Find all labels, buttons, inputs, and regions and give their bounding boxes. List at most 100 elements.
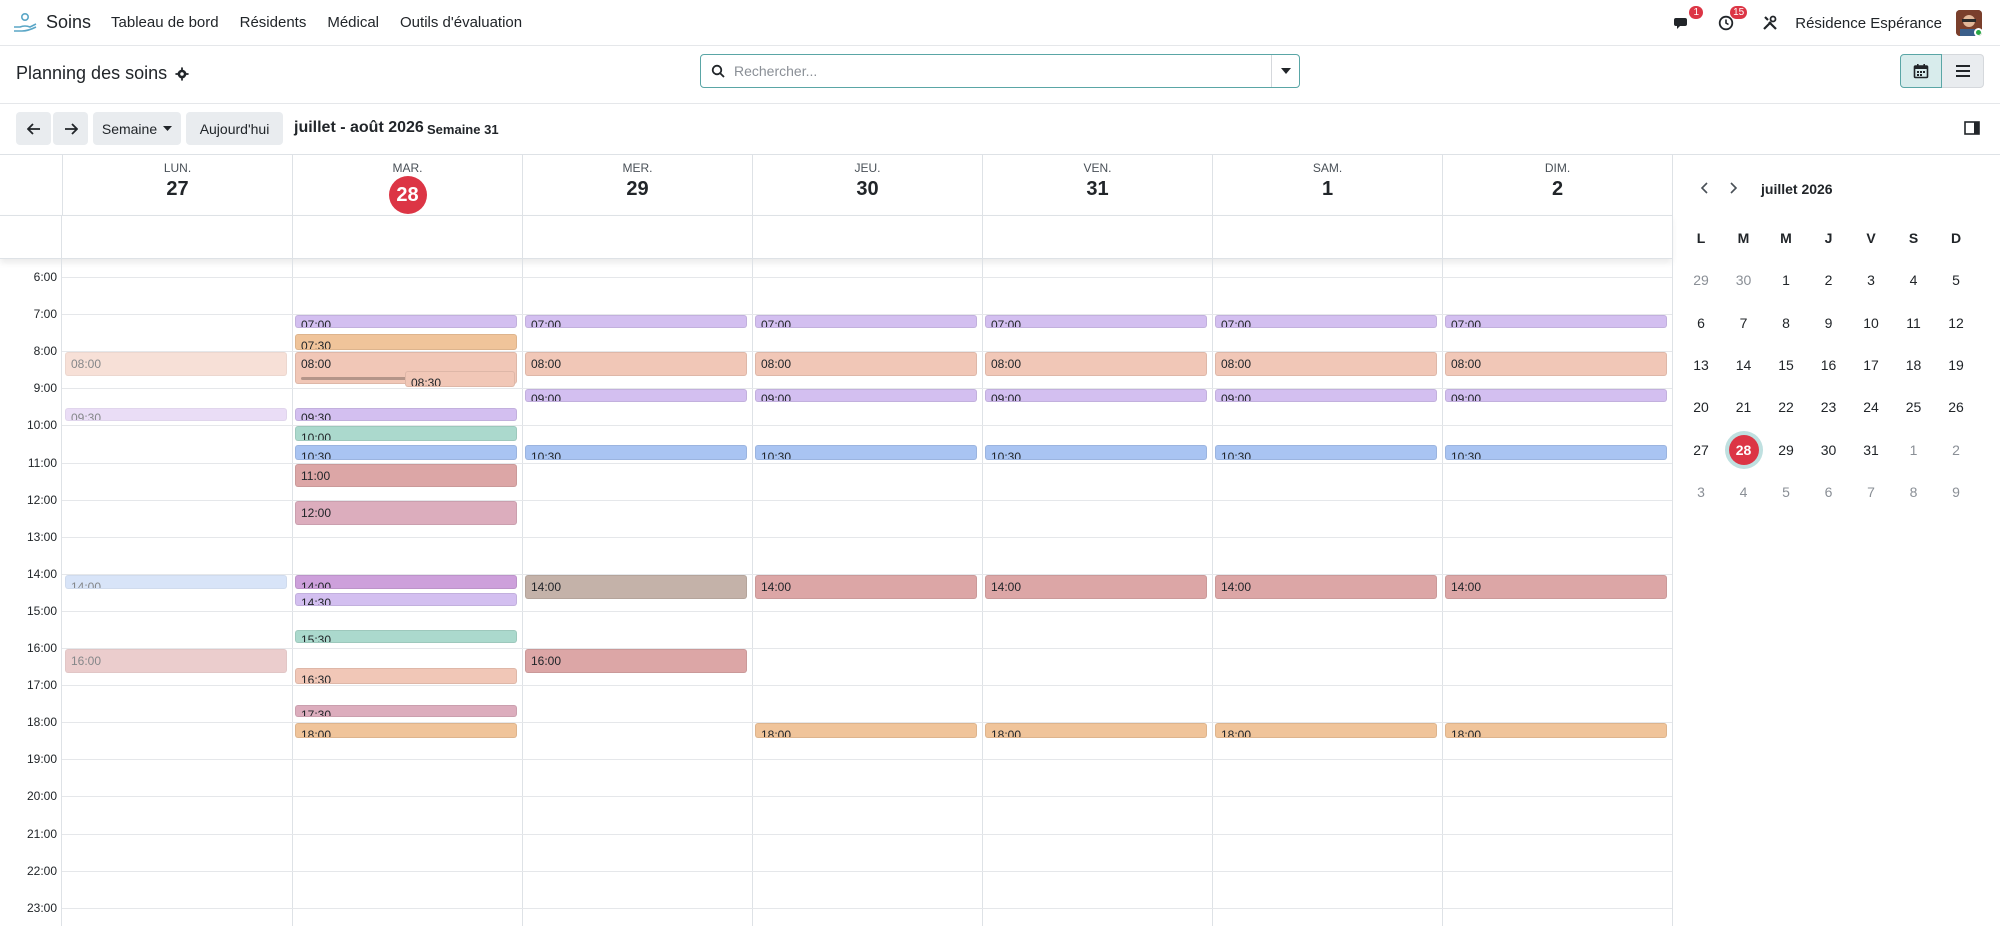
mini-day[interactable]: 9: [1938, 474, 1974, 510]
calendar-event[interactable]: 07:00: [755, 315, 977, 328]
calendar-event[interactable]: 18:00: [755, 723, 977, 738]
day-header[interactable]: MAR. 28: [292, 155, 522, 215]
calendar-view-button[interactable]: [1900, 54, 1942, 88]
mini-day[interactable]: 4: [1896, 262, 1932, 298]
today-button[interactable]: Aujourd'hui: [186, 112, 283, 145]
mini-day[interactable]: 25: [1896, 389, 1932, 425]
mini-day[interactable]: 14: [1726, 347, 1762, 383]
scale-dropdown[interactable]: Semaine: [93, 112, 181, 145]
mini-day[interactable]: 8: [1896, 474, 1932, 510]
calendar-event[interactable]: 14:00: [985, 574, 1207, 599]
mini-day[interactable]: 5: [1768, 474, 1804, 510]
mini-day[interactable]: 4: [1726, 474, 1762, 510]
calendar-event[interactable]: 18:00: [1215, 723, 1437, 738]
mini-day[interactable]: 24: [1853, 389, 1889, 425]
calendar-event[interactable]: 09:30: [295, 407, 517, 421]
mini-day[interactable]: 13: [1683, 347, 1719, 383]
calendar-event[interactable]: 08:00: [1215, 352, 1437, 377]
user-avatar[interactable]: [1956, 10, 1982, 36]
mini-day[interactable]: 16: [1811, 347, 1847, 383]
calendar-event[interactable]: 14:30: [295, 593, 517, 607]
app-brand[interactable]: Soins: [12, 11, 111, 35]
all-day-row[interactable]: [0, 215, 1672, 259]
calendar-event[interactable]: 09:30: [65, 407, 287, 421]
calendar-event[interactable]: 07:00: [295, 315, 517, 328]
sidebar-toggle-icon[interactable]: [1964, 120, 1980, 136]
mini-day[interactable]: 2: [1811, 262, 1847, 298]
mini-day[interactable]: 29: [1768, 432, 1804, 468]
calendar-event[interactable]: 14:00: [65, 574, 287, 590]
calendar-event[interactable]: 14:00: [525, 574, 747, 599]
day-header[interactable]: SAM. 1: [1212, 155, 1442, 215]
mini-day[interactable]: 30: [1726, 262, 1762, 298]
calendar-event[interactable]: 18:00: [985, 723, 1207, 738]
calendar-event[interactable]: 11:00: [295, 463, 517, 488]
mini-day[interactable]: 17: [1853, 347, 1889, 383]
mini-day[interactable]: 5: [1938, 262, 1974, 298]
calendar-event[interactable]: 10:30: [1445, 444, 1667, 460]
mini-day[interactable]: 30: [1811, 432, 1847, 468]
calendar-event[interactable]: 16:30: [295, 667, 517, 685]
calendar-event[interactable]: 09:00: [1445, 389, 1667, 403]
messages-button[interactable]: 1: [1671, 6, 1704, 34]
calendar-event[interactable]: 14:00: [1215, 574, 1437, 599]
mini-next-button[interactable]: [1725, 179, 1743, 197]
mini-day[interactable]: 21: [1726, 389, 1762, 425]
menu-evaluation-tools[interactable]: Outils d'évaluation: [400, 14, 522, 31]
mini-day[interactable]: 3: [1853, 262, 1889, 298]
activities-button[interactable]: 15: [1715, 6, 1748, 34]
calendar-event[interactable]: 09:00: [755, 389, 977, 403]
day-header[interactable]: MER. 29: [522, 155, 752, 215]
mini-day[interactable]: 11: [1896, 305, 1932, 341]
calendar-event[interactable]: 09:00: [1215, 389, 1437, 403]
calendar-event[interactable]: 07:00: [985, 315, 1207, 328]
search-options-toggle[interactable]: [1271, 55, 1299, 87]
search-input[interactable]: [734, 63, 1271, 79]
mini-day[interactable]: 7: [1726, 305, 1762, 341]
day-header[interactable]: LUN. 27: [62, 155, 292, 215]
mini-day[interactable]: 1: [1896, 432, 1932, 468]
company-switcher[interactable]: Résidence Espérance: [1795, 15, 1942, 32]
mini-day[interactable]: 7: [1853, 474, 1889, 510]
day-header[interactable]: JEU. 30: [752, 155, 982, 215]
mini-day[interactable]: 3: [1683, 474, 1719, 510]
mini-day[interactable]: 27: [1683, 432, 1719, 468]
day-header[interactable]: VEN. 31: [982, 155, 1212, 215]
tools-button[interactable]: [1759, 12, 1781, 34]
mini-day[interactable]: 31: [1853, 432, 1889, 468]
calendar-event[interactable]: 10:30: [525, 444, 747, 460]
calendar-event[interactable]: 14:00: [755, 574, 977, 599]
mini-day[interactable]: 6: [1811, 474, 1847, 510]
menu-residents[interactable]: Résidents: [240, 14, 307, 31]
next-button[interactable]: [53, 112, 88, 145]
mini-day[interactable]: 20: [1683, 389, 1719, 425]
mini-day[interactable]: 8: [1768, 305, 1804, 341]
calendar-event[interactable]: 07:30: [295, 333, 517, 351]
calendar-event[interactable]: 08:00: [525, 352, 747, 377]
gear-icon[interactable]: [175, 66, 189, 81]
calendar-event[interactable]: 10:30: [985, 444, 1207, 460]
list-view-button[interactable]: [1942, 54, 1984, 88]
calendar-event[interactable]: 10:30: [1215, 444, 1437, 460]
calendar-event[interactable]: 08:30: [405, 370, 515, 388]
calendar-event[interactable]: 10:30: [755, 444, 977, 460]
mini-day[interactable]: 18: [1896, 347, 1932, 383]
calendar-event[interactable]: 18:00: [295, 723, 517, 738]
calendar-event[interactable]: 14:00: [295, 574, 517, 590]
calendar-event[interactable]: 07:00: [525, 315, 747, 328]
mini-day[interactable]: 6: [1683, 305, 1719, 341]
calendar-event[interactable]: 10:30: [295, 444, 517, 460]
mini-day[interactable]: 9: [1811, 305, 1847, 341]
mini-day[interactable]: 10: [1853, 305, 1889, 341]
mini-day[interactable]: 22: [1768, 389, 1804, 425]
mini-day[interactable]: 12: [1938, 305, 1974, 341]
menu-dashboard[interactable]: Tableau de bord: [111, 14, 219, 31]
calendar-event[interactable]: 16:00: [65, 649, 287, 673]
calendar-event[interactable]: 08:00: [65, 352, 287, 377]
calendar-event[interactable]: 09:00: [985, 389, 1207, 403]
previous-button[interactable]: [16, 112, 51, 145]
calendar-event[interactable]: 15:30: [295, 630, 517, 644]
mini-day[interactable]: 15: [1768, 347, 1804, 383]
calendar-event[interactable]: 08:00: [1445, 352, 1667, 377]
calendar-event[interactable]: 09:00: [525, 389, 747, 403]
